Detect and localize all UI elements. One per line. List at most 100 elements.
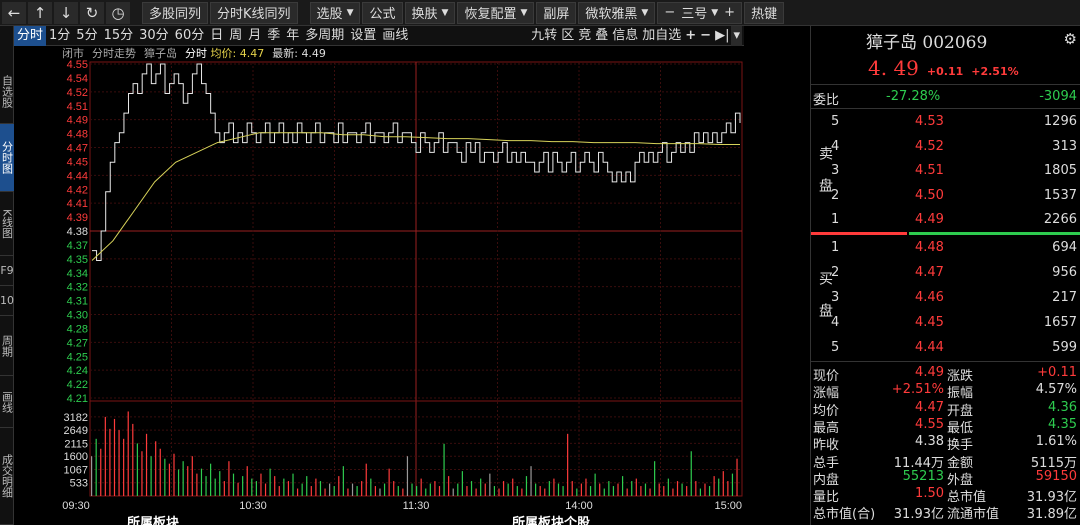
auction-button[interactable]: 竞 [576,26,593,46]
current-price: 4. 49 [868,56,919,80]
tab-10[interactable]: 10 [0,286,14,316]
sell-order-row[interactable]: 4 4.52 313 [811,135,1080,158]
period-day[interactable]: 日 [207,26,226,46]
period-month[interactable]: 月 [245,26,264,46]
time-tick-label: 09:30 [62,500,90,512]
buy-order-row[interactable]: 1 4.48 694 [811,236,1080,259]
volume-bar [292,473,294,496]
sell-price: 4.50 [915,187,944,203]
stat-value: +0.11 [1037,365,1077,380]
volume-bar [530,466,532,496]
sell-order-row[interactable]: 5 4.53 1296 [811,110,1080,133]
play-end-icon[interactable]: ▶| [713,26,731,46]
drawline-button[interactable]: 画线 [379,26,411,46]
volume-bar [443,443,445,496]
info-button[interactable]: 信息 [610,26,640,46]
tab-timeshare[interactable]: 分时图 [0,124,14,192]
tab-period[interactable]: 周期 [0,316,14,376]
buy-divider-bar [909,232,1080,235]
volume-bar [654,461,656,496]
volume-bar [219,471,221,496]
font-size-plus-icon: + [724,5,736,20]
sell-volume: 313 [1052,138,1077,154]
stock-picker-dropdown[interactable]: 选股 ▼ [309,1,361,24]
formula-button[interactable]: 公式 [362,1,403,24]
zoom-in-icon[interactable]: + [683,26,698,46]
gear-icon[interactable]: ⚙ [1064,30,1077,48]
volume-bar [599,483,601,496]
volume-bar [507,483,509,496]
period-year[interactable]: 年 [283,26,302,46]
range-button[interactable]: 区 [559,26,576,46]
volume-bar [727,481,729,496]
hotkey-button[interactable]: 热键 [744,1,785,24]
clock-icon[interactable]: ◷ [106,1,130,24]
price-tick-label: 4.28 [67,323,88,335]
tab-sector-stocks[interactable]: 所属板块个股 [512,514,590,525]
period-timeshare[interactable]: 分时 [14,25,47,46]
buy-order-row[interactable]: 4 4.45 1657 [811,311,1080,334]
market-status: 闭市 [62,47,84,60]
period-15min[interactable]: 15分 [101,26,137,46]
series-label: 分时 均价: 4.47 [185,47,264,61]
sell-order-row[interactable]: 2 4.50 1537 [811,184,1080,207]
tab-trade-detail[interactable]: 成交明细 [0,428,14,525]
timeshare-chart[interactable]: 4.553.88%4.543.56%4.523.24%4.512.92%4.49… [14,46,744,514]
up-arrow-icon[interactable]: ↑ [28,1,52,24]
period-30min[interactable]: 30分 [136,26,172,46]
stat-label: 外盘 [947,472,974,488]
divider [811,361,1080,362]
period-quarter[interactable]: 季 [264,26,283,46]
stat-row: 总手 11.44万 金额 5115万 [811,452,1080,471]
add-watchlist-button[interactable]: 加自选 [640,26,683,46]
back-arrow-icon[interactable]: ← [2,1,26,24]
volume-bar [347,488,349,496]
stat-label: 换手 [947,438,974,454]
period-5min[interactable]: 5分 [73,26,100,46]
refresh-icon[interactable]: ↻ [80,1,104,24]
period-multi[interactable]: 多周期 [302,26,347,46]
stat-label: 金额 [947,455,974,471]
volume-bar [521,488,523,496]
volume-bar [580,483,582,496]
more-dropdown-icon[interactable]: ▾ [731,26,742,46]
restore-config-dropdown[interactable]: 恢复配置 ▼ [457,1,535,24]
sell-order-row[interactable]: 3 4.51 1805 [811,159,1080,182]
tab-f9[interactable]: F9 [0,256,14,286]
period-60min[interactable]: 60分 [172,26,208,46]
buy-order-row[interactable]: 2 4.47 956 [811,261,1080,284]
period-week[interactable]: 周 [226,26,245,46]
tab-watchlist[interactable]: 自选股 [0,60,14,124]
sub-screen-button[interactable]: 副屏 [536,1,577,24]
volume-bar [393,481,395,496]
volume-bar [278,486,280,496]
period-1min[interactable]: 1分 [46,26,73,46]
stat-value: 11.44万 [893,455,944,471]
font-size-dropdown[interactable]: − 三号 ▼ + [657,1,743,24]
volume-bar [557,483,560,496]
volume-bar [127,411,129,496]
skin-dropdown[interactable]: 换肤 ▼ [404,1,456,24]
timeshare-kline-button[interactable]: 分时K线同列 [210,1,298,24]
time-tick-label: 15:00 [714,500,742,512]
overlay-button[interactable]: 叠 [593,26,610,46]
restore-config-label: 恢复配置 [464,7,517,22]
quote-panel: 獐子岛 002069 ⚙ 4. 49 +0.11 +2.51% 委比 -27.2… [810,26,1080,525]
buy-order-row[interactable]: 5 4.44 599 [811,336,1080,359]
volume-bar [718,478,720,496]
buy-volume: 599 [1052,340,1077,355]
zoom-out-icon[interactable]: − [698,26,713,46]
tab-kline[interactable]: K线图 [0,192,14,256]
volume-bar [406,456,409,496]
buy-order-row[interactable]: 3 4.46 217 [811,286,1080,309]
multi-stock-button[interactable]: 多股同列 [142,1,209,24]
tab-sector[interactable]: 所属板块 [127,514,179,525]
volume-bar [91,456,93,496]
settings-button[interactable]: 设置 [347,26,379,46]
volume-bar [516,486,518,496]
tab-drawline[interactable]: 画线 [0,376,14,428]
sell-order-row[interactable]: 1 4.49 2266 [811,208,1080,231]
font-family-dropdown[interactable]: 微软雅黑 ▼ [578,1,656,24]
nine-turn-button[interactable]: 九转 [529,26,559,46]
down-arrow-icon[interactable]: ↓ [54,1,78,24]
